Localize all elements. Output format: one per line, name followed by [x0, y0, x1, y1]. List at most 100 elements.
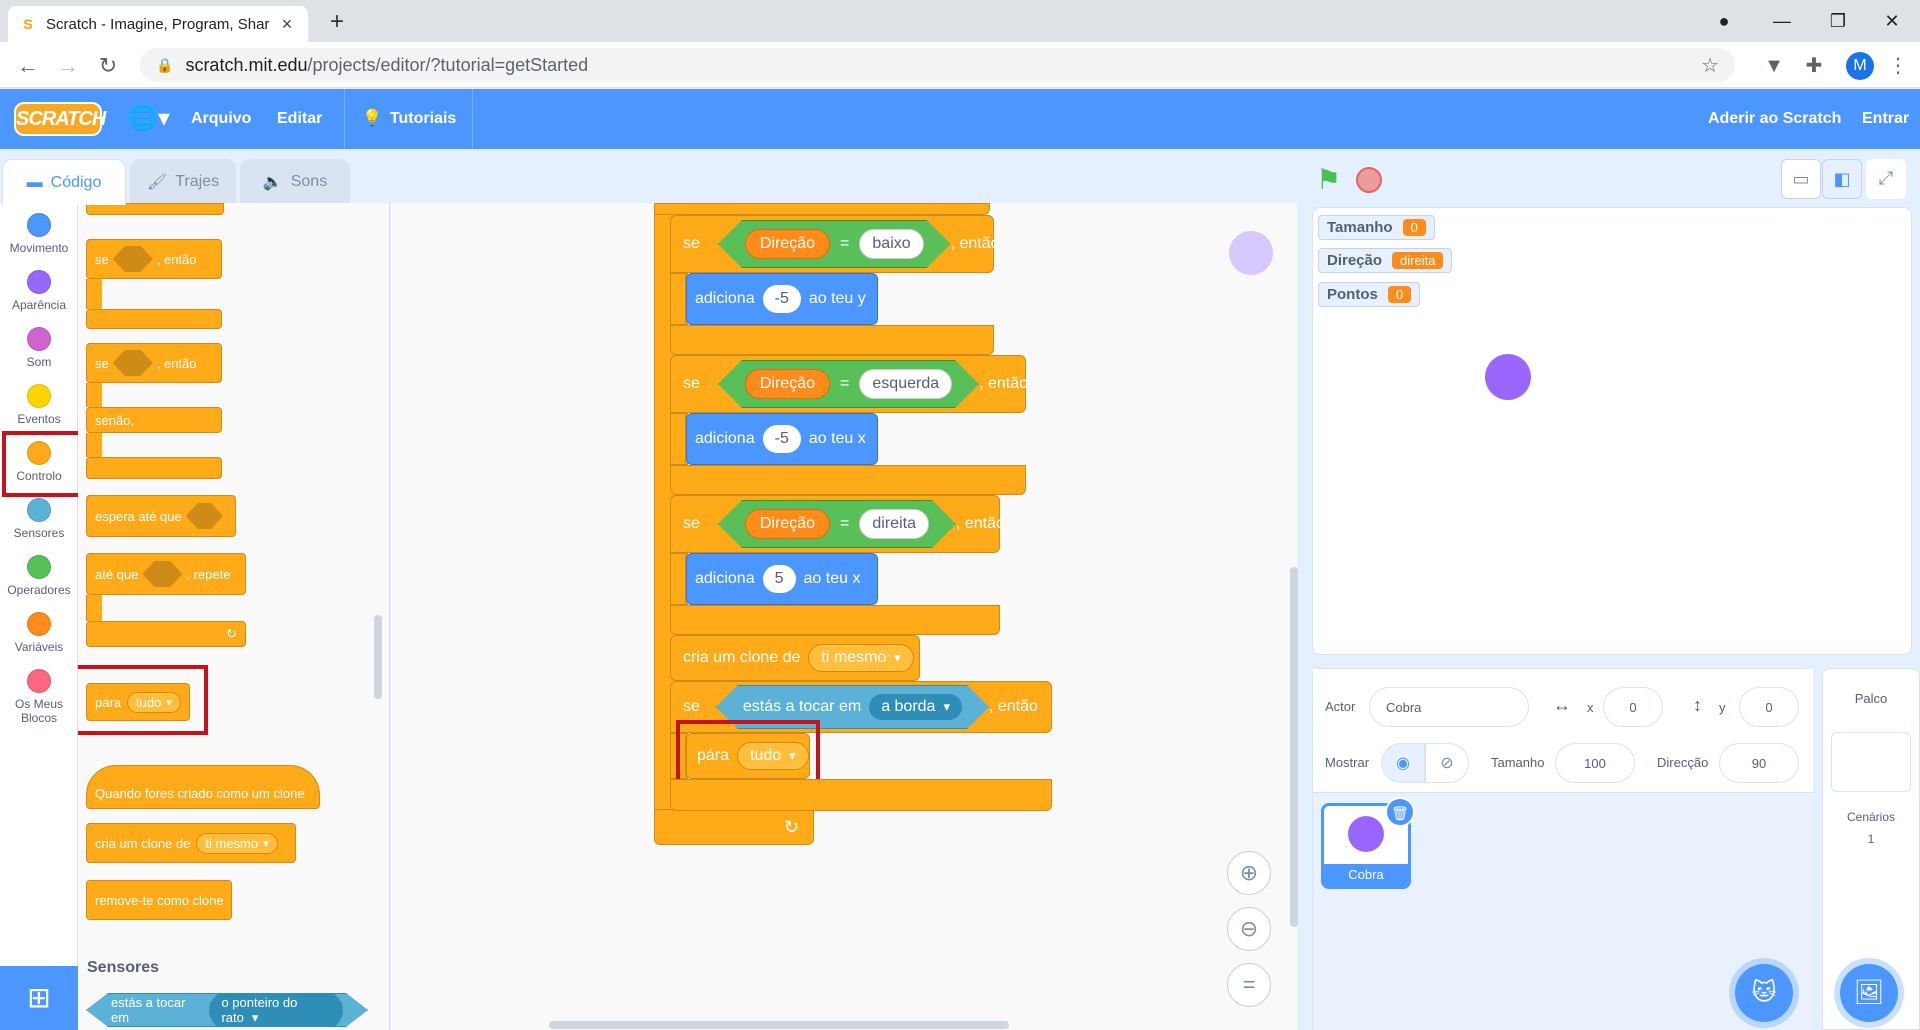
y-arrows-icon: ↕	[1693, 695, 1702, 715]
y-input[interactable]: 0	[1739, 687, 1799, 727]
category-events[interactable]: Eventos	[0, 374, 78, 430]
reload-icon[interactable]: ↻	[92, 50, 124, 82]
palette-touching-block[interactable]: estás a tocar em o ponteiro do rato	[86, 993, 368, 1027]
category-sound[interactable]: Som	[0, 317, 78, 373]
forward-icon[interactable]: →	[52, 50, 84, 82]
restore-icon[interactable]: ❐	[1816, 6, 1860, 36]
size-input[interactable]: 100	[1555, 743, 1635, 783]
value-input-right[interactable]: direita	[859, 509, 929, 539]
fullscreen-button[interactable]: ⤢	[1866, 159, 1906, 199]
bookmark-star-icon[interactable]: ☆	[1701, 53, 1719, 78]
category-my-blocks[interactable]: Os Meus Blocos	[0, 659, 78, 725]
palette-when-clone-hat[interactable]: Quando fores criado como um clone	[86, 765, 320, 809]
close-tab-icon[interactable]: ×	[278, 14, 296, 35]
category-looks[interactable]: Aparência	[0, 260, 78, 316]
minimize-icon[interactable]: —	[1760, 6, 1804, 36]
change-y-input[interactable]: -5	[762, 285, 801, 313]
choose-backdrop-button[interactable]: 🖼	[1840, 964, 1898, 1022]
if-block-down[interactable]: se Direção = baixo , então	[670, 215, 1000, 273]
menu-dots-icon[interactable]: ⋮	[1882, 50, 1914, 82]
language-globe-icon[interactable]: 🌐▾	[128, 105, 172, 133]
zoom-reset-button[interactable]: =	[1227, 963, 1271, 1007]
tab-sounds[interactable]: 🔈 Sons	[240, 159, 350, 203]
join-scratch-link[interactable]: Aderir ao Scratch	[1708, 89, 1841, 149]
browser-tab[interactable]: S Scratch - Imagine, Program, Shar ×	[8, 6, 308, 42]
palette-if-then-block[interactable]: se , então	[86, 239, 222, 331]
x-input[interactable]: 0	[1603, 687, 1663, 727]
profile-avatar[interactable]: M	[1846, 52, 1874, 80]
new-tab-icon[interactable]: +	[322, 8, 352, 38]
direction-variable[interactable]: Direção	[745, 509, 830, 539]
window-close-icon[interactable]: ✕	[1870, 6, 1914, 36]
change-y-block[interactable]: adiciona -5 ao teu y	[686, 273, 878, 325]
show-hidden-button[interactable]: ⊘	[1425, 743, 1469, 783]
equals-operator[interactable]: Direção = baixo	[718, 220, 951, 268]
back-icon[interactable]: ←	[12, 50, 44, 82]
code-area[interactable]: ↻ se Direção = baixo , então adiciona -5 a…	[391, 203, 1298, 1030]
url-field[interactable]: 🔒 scratch.mit.edu/projects/editor/?tutor…	[140, 48, 1735, 82]
direction-variable[interactable]: Direção	[745, 229, 830, 259]
touching-dropdown[interactable]: o ponteiro do rato	[209, 991, 343, 1030]
code-vertical-scrollbar[interactable]	[1290, 567, 1298, 927]
if-block-right[interactable]: se Direção = direita , então	[670, 495, 1005, 553]
direction-input[interactable]: 90	[1719, 743, 1799, 783]
equals-operator[interactable]: Direção = esquerda	[718, 360, 979, 408]
sign-in-link[interactable]: Entrar	[1862, 89, 1909, 149]
category-variables[interactable]: Variáveis	[0, 602, 78, 658]
menu-tutorials[interactable]: 💡 Tutoriais	[362, 89, 456, 149]
large-stage-button[interactable]: ◧	[1822, 159, 1862, 199]
tab-costumes[interactable]: 🖌 Trajes	[130, 159, 236, 203]
brush-icon: 🖌	[146, 173, 168, 191]
actor-name-input[interactable]: Cobra	[1369, 687, 1529, 727]
delete-sprite-button[interactable]: 🗑	[1385, 797, 1415, 827]
tab-costumes-label: Trajes	[175, 172, 220, 190]
palette-create-clone-block[interactable]: cria um clone de ti mesmo	[86, 823, 296, 863]
category-motion[interactable]: Movimento	[0, 203, 78, 259]
tab-code[interactable]: ▬ Código	[2, 159, 126, 205]
change-x-block[interactable]: adiciona 5 ao teu x	[686, 553, 878, 605]
sound-dot-icon	[27, 327, 51, 351]
choose-sprite-button[interactable]: 🐱	[1735, 964, 1793, 1022]
puzzle-icon[interactable]: ✚	[1798, 50, 1830, 82]
touching-dropdown[interactable]: a borda	[869, 694, 962, 720]
create-clone-block[interactable]: cria um clone de ti mesmo	[670, 635, 920, 681]
direction-variable[interactable]: Direção	[745, 369, 830, 399]
palette-scrollbar[interactable]	[374, 615, 382, 699]
small-stage-icon: ▭	[1792, 169, 1810, 189]
change-x-input[interactable]: -5	[762, 425, 801, 453]
sprite-cobra[interactable]	[1485, 354, 1531, 400]
change-x-block[interactable]: adiciona -5 ao teu x	[686, 413, 878, 465]
show-visible-button[interactable]: ◉	[1381, 743, 1425, 783]
zoom-in-button[interactable]: ⊕	[1227, 851, 1271, 895]
value-input-down[interactable]: baixo	[859, 229, 923, 259]
change-x-input[interactable]: 5	[762, 565, 796, 593]
fullscreen-icon: ⤢	[1878, 168, 1894, 188]
category-operators[interactable]: Operadores	[0, 545, 78, 601]
add-extension-button[interactable]: ⊞	[0, 966, 78, 1030]
palette-delete-clone-block[interactable]: remove-te como clone	[86, 880, 232, 920]
value-input-left[interactable]: esquerda	[859, 369, 952, 399]
tab-title: Scratch - Imagine, Program, Shar	[46, 15, 270, 33]
menu-file[interactable]: Arquivo	[191, 89, 251, 149]
scratch-logo[interactable]: SCRATCH	[14, 102, 106, 136]
equals-operator[interactable]: Direção = direita	[718, 500, 956, 548]
clone-target-dropdown[interactable]: ti mesmo	[808, 644, 914, 672]
stage-canvas[interactable]: Tamanho 0 Direção direita Pontos 0	[1312, 207, 1912, 655]
eye-icon: ◉	[1396, 755, 1410, 772]
direction-label: Direcção	[1657, 755, 1709, 770]
profile-download-icon[interactable]: ●	[1702, 6, 1746, 36]
code-horizontal-scrollbar[interactable]	[549, 1021, 1009, 1029]
if-block-left[interactable]: se Direção = esquerda , então	[670, 355, 1028, 413]
small-stage-button[interactable]: ▭	[1781, 159, 1821, 199]
zoom-out-button[interactable]: ⊖	[1227, 907, 1271, 951]
c-mouth	[670, 273, 686, 325]
stop-sign-icon[interactable]	[1356, 167, 1382, 193]
palette-if-else-block[interactable]: se , então senão,	[86, 343, 222, 483]
menu-edit[interactable]: Editar	[277, 89, 322, 149]
palette-wait-until-block[interactable]: espera até que	[86, 495, 236, 537]
bool-slot	[113, 350, 153, 376]
green-flag-icon[interactable]: ⚑	[1316, 163, 1341, 196]
palette-repeat-until-block[interactable]: até que , repete ↻	[86, 553, 246, 649]
extension-icon[interactable]: ▼	[1758, 50, 1790, 82]
clone-target-dropdown[interactable]: ti mesmo	[196, 832, 278, 854]
